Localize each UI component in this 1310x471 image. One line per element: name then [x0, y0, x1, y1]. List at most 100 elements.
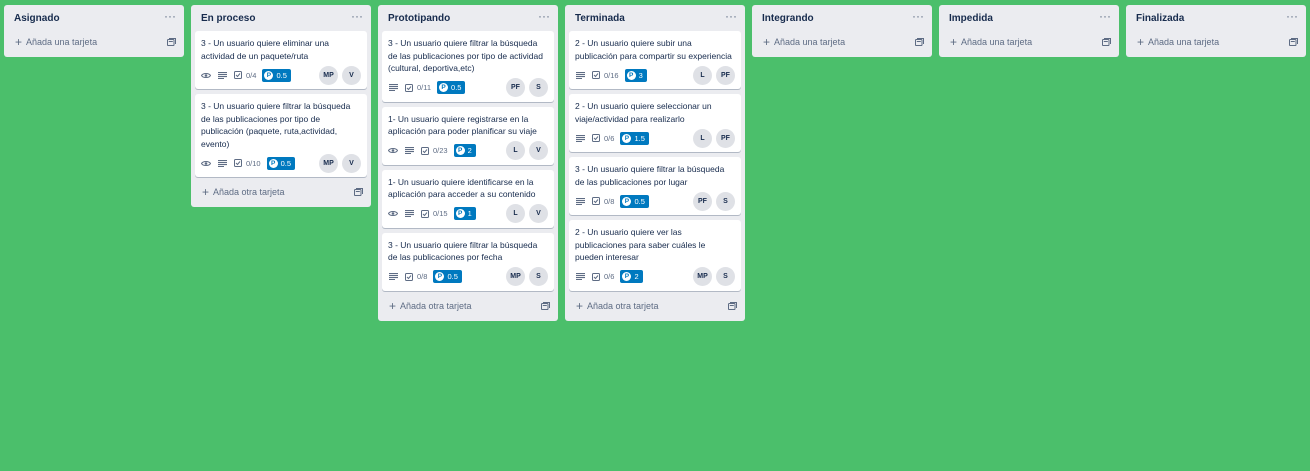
checklist-icon [233, 158, 243, 168]
list-menu-icon[interactable]: ··· [912, 10, 924, 25]
card-template-icon[interactable] [727, 301, 737, 311]
card-template-icon[interactable] [914, 37, 924, 47]
member-avatar[interactable]: L [506, 204, 525, 223]
points-icon: P [268, 158, 278, 168]
card-footer: 0/16 P 3 L PF [575, 65, 735, 85]
card-title: 2 - Un usuario quiere ver las publicacio… [575, 227, 706, 262]
card-template-icon[interactable] [1101, 37, 1111, 47]
checklist-count: 0/6 [604, 133, 615, 143]
add-card-button[interactable]: + Añada una tarjeta [8, 31, 180, 53]
story-points-badge: P3 [624, 68, 647, 82]
list-title[interactable]: Asignado [14, 13, 60, 24]
member-avatar[interactable]: V [529, 141, 548, 160]
card-template-icon[interactable] [1288, 37, 1298, 47]
description-icon [575, 272, 585, 282]
list-menu-icon[interactable]: ··· [164, 10, 176, 25]
card-title: 3 - Un usuario quiere filtrar la búsqued… [388, 38, 543, 73]
list-header: Prototipando ··· [382, 5, 554, 31]
member-avatar[interactable]: S [529, 78, 548, 97]
add-card-label-group: + Añada otra tarjeta [389, 300, 472, 312]
card[interactable]: 2 - Un usuario quiere ver las publicacio… [569, 220, 741, 291]
points-icon: P [622, 133, 632, 143]
story-points-value: 0.5 [634, 196, 645, 206]
card[interactable]: 2 - Un usuario quiere seleccionar un via… [569, 94, 741, 152]
card-template-icon[interactable] [353, 187, 363, 197]
list-title[interactable]: Integrando [762, 13, 814, 24]
card-members: L PF [693, 128, 735, 148]
card-badges: 0/4 P 0.5 [201, 68, 291, 82]
member-avatar[interactable]: V [342, 153, 361, 173]
member-avatar[interactable]: PF [693, 191, 712, 211]
card-badges: 0/16 P 3 [575, 68, 647, 82]
points-icon: P [455, 209, 465, 218]
list-menu-icon[interactable]: ··· [1099, 10, 1111, 25]
member-avatar[interactable]: S [529, 267, 548, 286]
member-avatar[interactable]: S [716, 191, 735, 211]
add-card-button[interactable]: + Añada otra tarjeta [195, 181, 367, 203]
card-list: 2 - Un usuario quiere subir una publicac… [569, 31, 741, 291]
checklist-badge: 0/16 [591, 70, 619, 80]
card-footer: 0/23 P 2 L V [388, 141, 548, 161]
list-title[interactable]: Finalizada [1136, 13, 1184, 24]
checklist-count: 0/4 [246, 70, 257, 80]
member-avatar[interactable]: V [342, 65, 361, 85]
card-members: MP V [319, 65, 361, 85]
card-title: 3 - Un usuario quiere filtrar la búsqued… [388, 239, 538, 263]
card[interactable]: 3 - Un usuario quiere filtrar la búsqued… [569, 157, 741, 215]
member-avatar[interactable]: V [529, 204, 548, 223]
card[interactable]: 2 - Un usuario quiere subir una publicac… [569, 31, 741, 89]
list-impedida: Impedida ··· + Añada una tarjeta [939, 5, 1119, 57]
member-avatar[interactable]: L [693, 128, 712, 148]
story-points-badge: P 0.5 [437, 81, 466, 94]
list-menu-icon[interactable]: ··· [1286, 10, 1298, 25]
member-avatar[interactable]: MP [319, 65, 338, 85]
add-card-label: Añada otra tarjeta [587, 300, 659, 311]
card-template-icon[interactable] [166, 37, 176, 47]
list-title[interactable]: Terminada [575, 13, 625, 24]
list-title[interactable]: Prototipando [388, 13, 450, 24]
card-title: 1- Un usuario quiere registrarse en la a… [388, 113, 537, 137]
checklist-icon [591, 196, 601, 206]
list-title[interactable]: Impedida [949, 13, 993, 24]
member-avatar[interactable]: MP [693, 267, 712, 286]
card[interactable]: 3 - Un usuario quiere eliminar una activ… [195, 31, 367, 89]
story-points-value: 0.5 [447, 272, 458, 281]
add-card-button[interactable]: + Añada una tarjeta [943, 31, 1115, 53]
add-card-button[interactable]: + Añada una tarjeta [756, 31, 928, 53]
add-card-label: Añada una tarjeta [961, 37, 1033, 47]
member-avatar[interactable]: L [693, 65, 712, 85]
checklist-count: 0/23 [433, 146, 448, 155]
member-avatar[interactable]: PF [716, 65, 735, 85]
member-avatar[interactable]: PF [506, 78, 525, 97]
story-points-badge: P 0.5 [266, 156, 296, 170]
member-avatar[interactable]: MP [319, 153, 338, 173]
card[interactable]: 3 - Un usuario quiere filtrar la búsqued… [382, 31, 554, 102]
card-title: 3 - Un usuario quiere eliminar una activ… [201, 38, 330, 61]
list-title[interactable]: En proceso [201, 13, 255, 24]
add-card-button[interactable]: + Añada una tarjeta [1130, 31, 1302, 53]
member-avatar[interactable]: MP [506, 267, 525, 286]
plus-icon: + [15, 35, 23, 49]
list-header: Impedida ··· [943, 5, 1115, 31]
plus-icon: + [950, 35, 958, 49]
card-members: LV [506, 204, 548, 223]
story-points-value: 0.5 [280, 158, 292, 168]
add-card-button[interactable]: + Añada otra tarjeta [382, 295, 554, 317]
description-icon [388, 272, 398, 282]
list-menu-icon[interactable]: ··· [538, 10, 550, 25]
member-avatar[interactable]: S [716, 267, 735, 286]
member-avatar[interactable]: PF [716, 128, 735, 148]
member-avatar[interactable]: L [506, 141, 525, 160]
add-card-label-group: + Añada una tarjeta [1137, 36, 1219, 48]
card[interactable]: 3 - Un usuario quiere filtrar la búsqued… [195, 94, 367, 177]
card[interactable]: 3 - Un usuario quiere filtrar la búsqued… [382, 232, 554, 291]
add-card-button[interactable]: + Añada otra tarjeta [569, 295, 741, 317]
card-badges: 0/11 P 0.5 [388, 81, 466, 94]
card[interactable]: 1- Un usuario quiere registrarse en la a… [382, 106, 554, 165]
card[interactable]: 1- Un usuario quiere identificarse en la… [382, 169, 554, 228]
list-menu-icon[interactable]: ··· [725, 10, 737, 25]
add-card-label-group: + Añada otra tarjeta [576, 300, 659, 312]
checklist-icon [404, 272, 414, 282]
list-menu-icon[interactable]: ··· [351, 10, 363, 25]
card-template-icon[interactable] [540, 301, 550, 311]
